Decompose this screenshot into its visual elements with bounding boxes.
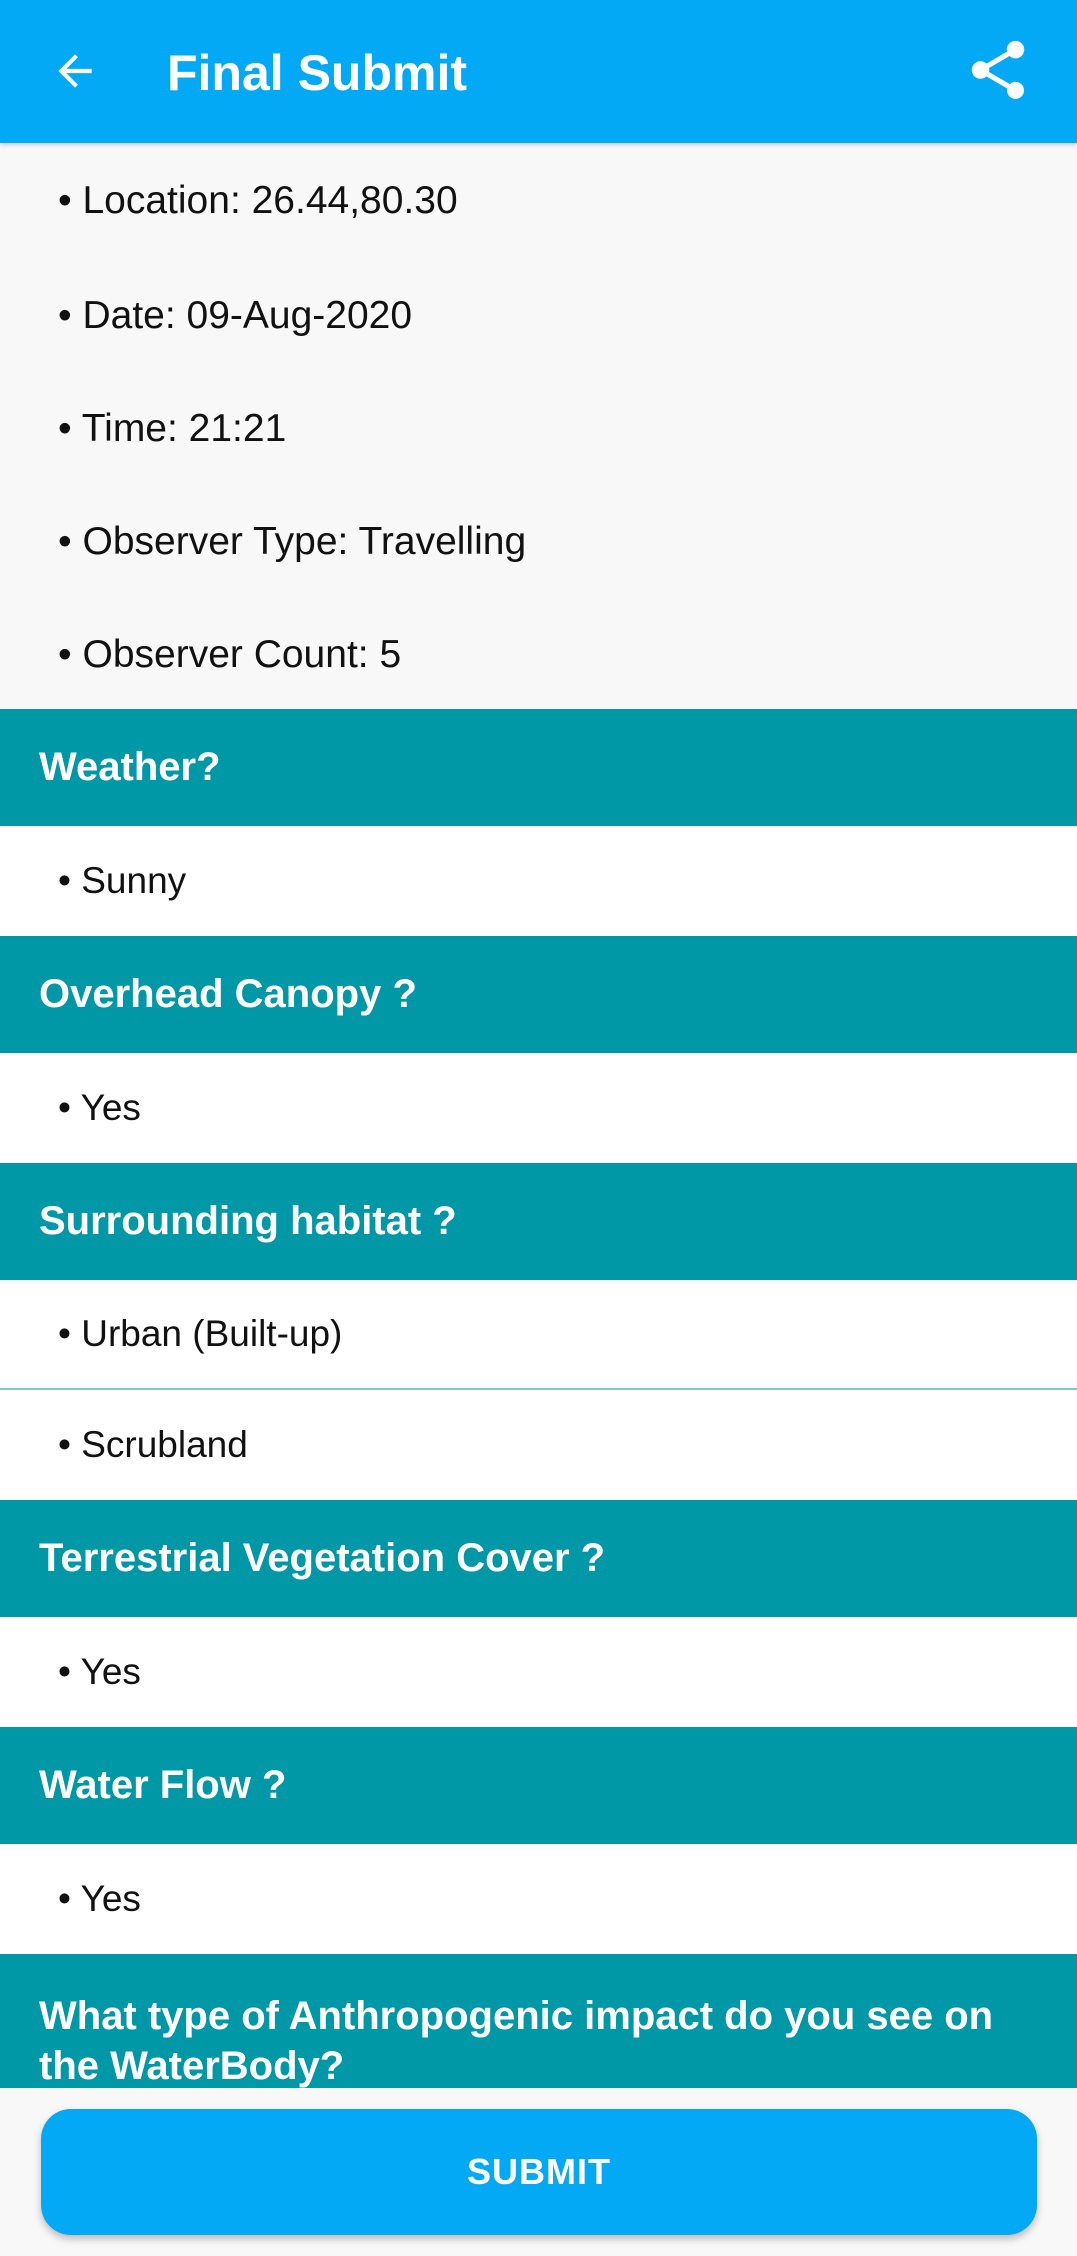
vegetation-cover-header: Terrestrial Vegetation Cover ? (0, 1500, 1077, 1617)
time-item: • Time: 21:21 (58, 406, 287, 450)
share-button[interactable] (960, 32, 1036, 108)
question-list: Weather? • Sunny Overhead Canopy ? • Yes… (0, 709, 1077, 2089)
water-flow-header: Water Flow ? (0, 1727, 1077, 1844)
weather-header: Weather? (0, 709, 1077, 826)
app-bar: Final Submit (0, 0, 1077, 143)
footer-bar: SUBMIT (0, 2088, 1077, 2256)
surrounding-habitat-answer: • Scrubland (0, 1390, 1077, 1500)
page-title: Final Submit (167, 45, 467, 101)
observation-summary: • Location: 26.44,80.30 • Date: 09-Aug-2… (0, 143, 1077, 709)
surrounding-habitat-answer: • Urban (Built-up) (0, 1280, 1077, 1390)
arrow-back-icon (58, 54, 92, 88)
date-item: • Date: 09-Aug-2020 (58, 293, 413, 337)
weather-answer: • Sunny (0, 826, 1077, 936)
overhead-canopy-answer: • Yes (0, 1053, 1077, 1163)
surrounding-habitat-header: Surrounding habitat ? (0, 1163, 1077, 1280)
observer-count-item: • Observer Count: 5 (58, 632, 402, 676)
observer-type-item: • Observer Type: Travelling (58, 519, 527, 563)
back-button[interactable] (40, 36, 110, 106)
share-icon (971, 40, 1025, 99)
submit-button[interactable]: SUBMIT (41, 2109, 1037, 2235)
water-flow-answer: • Yes (0, 1844, 1077, 1954)
vegetation-cover-answer: • Yes (0, 1617, 1077, 1727)
anthropogenic-impact-header: What type of Anthropogenic impact do you… (0, 1954, 1077, 2089)
location-item: • Location: 26.44,80.30 (58, 179, 458, 222)
overhead-canopy-header: Overhead Canopy ? (0, 936, 1077, 1053)
